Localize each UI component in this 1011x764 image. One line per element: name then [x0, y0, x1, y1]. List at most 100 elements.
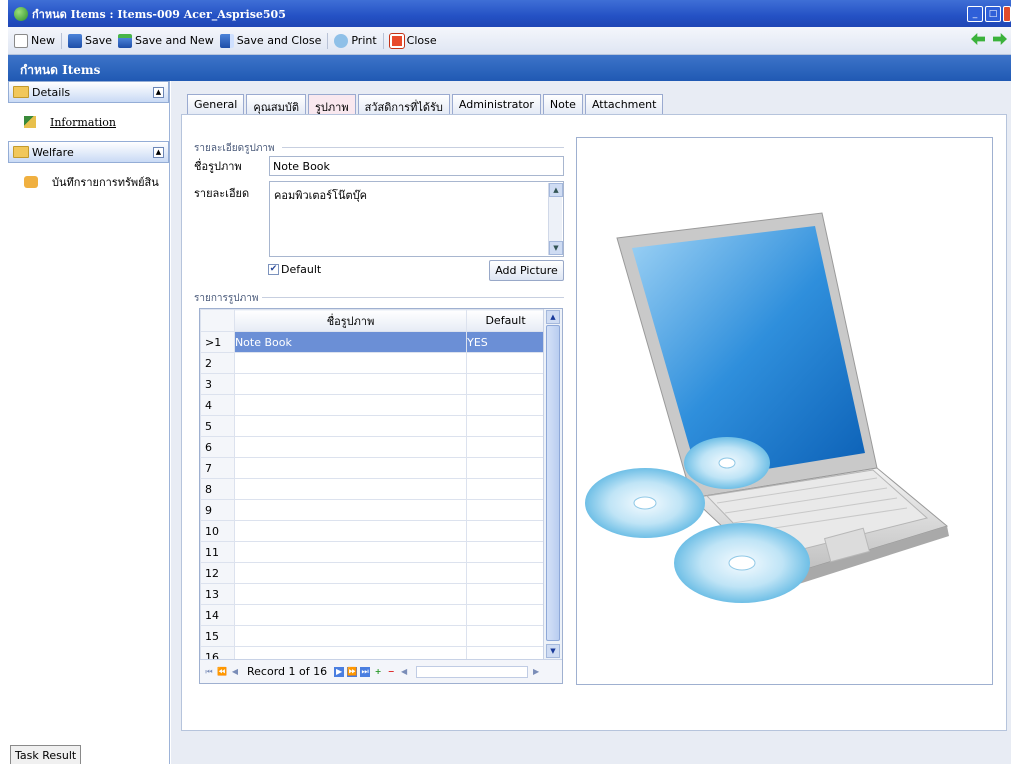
cell-default[interactable]	[466, 583, 545, 605]
next-record-icon[interactable]: ▶	[334, 666, 345, 677]
cell-default[interactable]	[466, 499, 545, 521]
first-record-icon[interactable]: ⏮	[204, 667, 214, 677]
scroll-down-icon[interactable]: ▼	[546, 644, 560, 658]
cell-picture-name[interactable]	[233, 541, 468, 563]
cell-picture-name[interactable]: Note Book	[233, 331, 468, 353]
print-button[interactable]: Print	[331, 33, 379, 48]
sidebar-item-label[interactable]: Information	[50, 116, 116, 129]
table-row[interactable]: 9	[200, 499, 545, 521]
previous-record-icon[interactable]: ◀	[230, 667, 240, 677]
cell-picture-name[interactable]	[233, 583, 468, 605]
close-button[interactable]: Close	[387, 32, 440, 49]
cell-default[interactable]: YES	[466, 331, 545, 353]
tab-attachment[interactable]: Attachment	[584, 94, 664, 115]
last-record-icon[interactable]: ⏭	[360, 666, 371, 677]
tab-welfare-received[interactable]: สวัสดิการที่ได้รับ	[357, 94, 450, 115]
cell-picture-name[interactable]	[233, 436, 468, 458]
cell-default[interactable]	[466, 541, 545, 563]
close-window-button[interactable]	[1003, 6, 1011, 22]
table-row[interactable]: 15	[200, 625, 545, 647]
column-header-picture-name[interactable]: ชื่อรูปภาพ	[233, 309, 468, 332]
tab-general[interactable]: General	[187, 94, 245, 115]
cell-picture-name[interactable]	[233, 478, 468, 500]
table-row[interactable]: 3	[200, 373, 545, 395]
scroll-up-icon[interactable]: ▲	[546, 310, 560, 324]
cell-picture-name[interactable]	[233, 394, 468, 416]
table-row[interactable]: 14	[200, 604, 545, 626]
collapse-icon[interactable]: ▲	[153, 86, 164, 98]
default-checkbox[interactable]: ✔ Default	[268, 263, 321, 276]
sidebar-group-welfare[interactable]: Welfare ▲	[8, 141, 169, 163]
add-picture-button[interactable]: Add Picture	[489, 260, 564, 281]
table-row[interactable]: 7	[200, 457, 545, 479]
column-header-default[interactable]: Default	[466, 309, 545, 332]
sidebar-item-information[interactable]: Information	[8, 103, 169, 141]
forward-arrow-icon[interactable]	[993, 33, 1007, 45]
sidebar-group-details[interactable]: Details ▲	[8, 81, 169, 103]
tab-administrator[interactable]: Administrator	[451, 94, 541, 115]
cell-default[interactable]	[466, 436, 545, 458]
table-row[interactable]: 8	[200, 478, 545, 500]
tab-note[interactable]: Note	[542, 94, 583, 115]
picture-name-field[interactable]: Note Book	[269, 156, 564, 176]
cell-default[interactable]	[466, 373, 545, 395]
cell-default[interactable]	[466, 457, 545, 479]
minimize-button[interactable]: _	[967, 6, 983, 22]
sidebar-item-asset-record[interactable]: บันทึกรายการทรัพย์สิน	[8, 163, 169, 201]
grid-horizontal-scrollbar[interactable]	[416, 665, 529, 678]
table-row[interactable]: 5	[200, 415, 545, 437]
new-button[interactable]: New	[11, 33, 58, 48]
cell-picture-name[interactable]	[233, 352, 468, 374]
cell-picture-name[interactable]	[233, 415, 468, 437]
cell-default[interactable]	[466, 478, 545, 500]
next-page-icon[interactable]: ⏩	[347, 666, 358, 677]
cell-picture-name[interactable]	[233, 499, 468, 521]
scroll-up-icon[interactable]: ▲	[549, 183, 563, 197]
scroll-left-icon[interactable]: ◀	[399, 667, 409, 677]
tab-properties[interactable]: คุณสมบัติ	[246, 94, 307, 115]
cell-default[interactable]	[466, 604, 545, 626]
cell-picture-name[interactable]	[233, 373, 468, 395]
current-row-indicator-icon: >	[205, 335, 215, 349]
save-button[interactable]: Save	[65, 33, 115, 48]
picture-list-grid[interactable]: ชื่อรูปภาพ Default >1 Note Book YES 2 3 4 5 6 7 8…	[199, 308, 563, 684]
delete-record-icon[interactable]: −	[386, 667, 396, 677]
table-row[interactable]: 6	[200, 436, 545, 458]
save-and-close-button[interactable]: Save and Close	[217, 33, 325, 48]
cell-picture-name[interactable]	[233, 625, 468, 647]
table-row[interactable]: 13	[200, 583, 545, 605]
table-row[interactable]: 11	[200, 541, 545, 563]
back-arrow-icon[interactable]	[971, 33, 985, 45]
cell-picture-name[interactable]	[233, 457, 468, 479]
table-row[interactable]: >1 Note Book YES	[200, 331, 545, 353]
scroll-down-icon[interactable]: ▼	[549, 241, 563, 255]
cell-default[interactable]	[466, 394, 545, 416]
cell-default[interactable]	[466, 415, 545, 437]
tab-pictures[interactable]: รูปภาพ	[308, 94, 356, 115]
cell-picture-name[interactable]	[233, 520, 468, 542]
scroll-thumb[interactable]	[546, 325, 560, 641]
app-icon	[14, 6, 28, 21]
save-and-new-button[interactable]: Save and New	[115, 33, 217, 48]
sidebar-item-label[interactable]: บันทึกรายการทรัพย์สิน	[52, 173, 159, 191]
table-row[interactable]: 10	[200, 520, 545, 542]
table-row[interactable]: 2	[200, 352, 545, 374]
cell-default[interactable]	[466, 625, 545, 647]
row-number: 11	[200, 541, 235, 563]
cell-default[interactable]	[466, 352, 545, 374]
table-row[interactable]: 12	[200, 562, 545, 584]
maximize-button[interactable]: □	[985, 6, 1001, 22]
add-record-icon[interactable]: +	[373, 667, 383, 677]
collapse-icon[interactable]: ▲	[153, 146, 164, 158]
cell-picture-name[interactable]	[233, 562, 468, 584]
grid-scrollbar[interactable]: ▲ ▼	[543, 309, 562, 659]
previous-page-icon[interactable]: ⏪	[217, 667, 227, 677]
cell-default[interactable]	[466, 520, 545, 542]
scroll-right-icon[interactable]: ▶	[531, 667, 541, 677]
picture-detail-field[interactable]: คอมพิวเตอร์โน๊ตบุ๊ค ▲ ▼	[269, 181, 564, 257]
task-result-tab[interactable]: Task Result	[10, 745, 82, 764]
cell-picture-name[interactable]	[233, 604, 468, 626]
cell-default[interactable]	[466, 562, 545, 584]
table-row[interactable]: 4	[200, 394, 545, 416]
detail-scrollbar[interactable]: ▲ ▼	[548, 183, 563, 255]
